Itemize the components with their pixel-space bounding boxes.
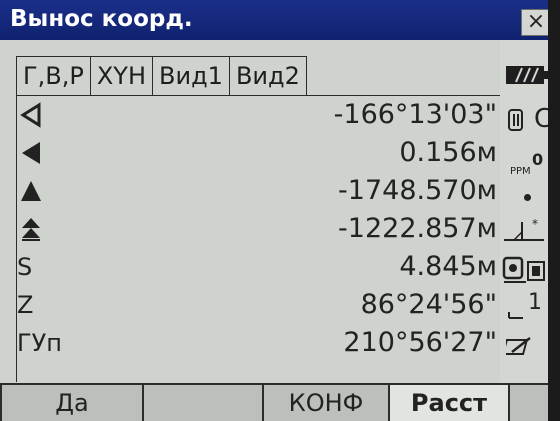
svg-text:*: * bbox=[532, 217, 538, 231]
double-triangle-up-icon bbox=[17, 210, 57, 248]
triangle-up-filled-icon bbox=[17, 172, 57, 210]
c-indicator: С bbox=[534, 104, 548, 134]
softkey-distance[interactable]: Расст bbox=[390, 385, 508, 421]
row-value: -1222.857м bbox=[338, 213, 497, 244]
row-slope-distance: S 4.845м bbox=[17, 248, 501, 286]
ppm-value: 0 bbox=[532, 150, 544, 169]
screen: Вынос коорд. × Г,В,Р XYH Вид1 Вид2 -166°… bbox=[0, 0, 548, 421]
row-zenith: Z 86°24'56" bbox=[17, 286, 501, 324]
row-value: 86°24'56" bbox=[360, 289, 497, 320]
tab-view1[interactable]: Вид1 bbox=[152, 56, 230, 96]
window-title: Вынос коорд. bbox=[10, 6, 193, 32]
measurement-panel: -166°13'03" 0.156м -1748.570м -1222.857м… bbox=[16, 96, 500, 382]
target-prism-icon bbox=[502, 256, 545, 283]
row-horizontal-angle: ГУп 210°56'27" bbox=[17, 324, 501, 362]
row-label: Z bbox=[17, 291, 34, 319]
softkey-yes[interactable]: Да bbox=[2, 385, 142, 421]
row-angle-diff: -166°13'03" bbox=[17, 96, 501, 134]
row-forward: -1748.570м bbox=[17, 172, 501, 210]
title-bar: Вынос коорд. × bbox=[0, 0, 548, 40]
battery-icon bbox=[506, 66, 548, 84]
triangle-left-outline-icon bbox=[17, 96, 57, 134]
row-label: S bbox=[17, 253, 33, 281]
softkey-bar: Да КОНФ Расст bbox=[0, 383, 548, 421]
row-value: 210°56'27" bbox=[343, 327, 497, 358]
dot-indicator bbox=[524, 194, 531, 201]
softkey-empty-2[interactable] bbox=[144, 385, 262, 421]
close-icon: × bbox=[526, 9, 546, 34]
status-column: С 0 PPM * 1 bbox=[500, 40, 548, 383]
face-value: 1 bbox=[528, 290, 542, 315]
close-button[interactable]: × bbox=[521, 9, 548, 36]
ppm-label: PPM bbox=[510, 166, 531, 177]
row-value: -1748.570м bbox=[338, 175, 497, 206]
row-label: ГУп bbox=[17, 329, 62, 357]
tab-xyh[interactable]: XYH bbox=[89, 56, 153, 96]
input-mode-icon bbox=[506, 337, 531, 355]
softkey-conf[interactable]: КОНФ bbox=[264, 385, 388, 421]
tab-bar: Г,В,Р XYH Вид1 Вид2 bbox=[16, 56, 307, 96]
row-value: 4.845м bbox=[399, 251, 497, 282]
row-offset: 0.156м bbox=[17, 134, 501, 172]
row-value: -166°13'03" bbox=[333, 99, 497, 130]
tilt-compensation-icon: * bbox=[504, 217, 544, 241]
row-height: -1222.857м bbox=[17, 210, 501, 248]
softkey-empty-5[interactable] bbox=[510, 385, 548, 421]
face-indicator-icon bbox=[508, 312, 523, 319]
prism-constant-icon bbox=[508, 109, 523, 131]
tab-view2[interactable]: Вид2 bbox=[228, 56, 307, 96]
row-value: 0.156м bbox=[399, 137, 497, 168]
tab-gvr[interactable]: Г,В,Р bbox=[16, 56, 91, 96]
triangle-left-filled-icon bbox=[17, 134, 57, 172]
